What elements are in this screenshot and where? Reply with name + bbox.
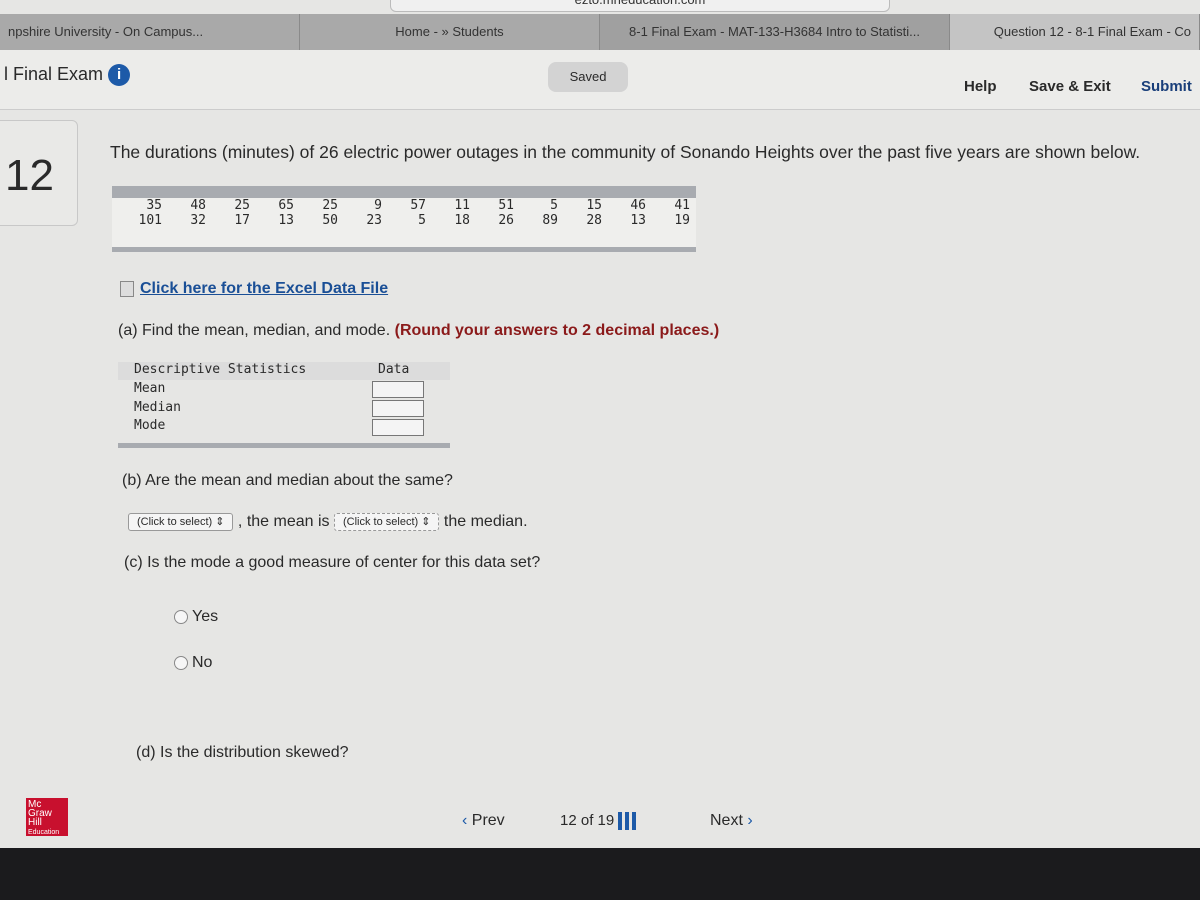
part-a-rounding: (Round your answers to 2 decimal places.… (394, 322, 720, 339)
data-cell: 9 (374, 198, 382, 213)
data-cell: 13 (630, 213, 646, 228)
data-cell: 17 (234, 213, 250, 228)
page-indicator: 12 of 19 (560, 812, 639, 831)
data-cell: 51 (498, 198, 514, 213)
select-2[interactable]: (Click to select) ⇕ (333, 513, 440, 531)
url-bar[interactable]: ezto.mheducation.com (390, 0, 890, 12)
excel-data-link[interactable]: Click here for the Excel Data File (120, 280, 388, 298)
mode-input[interactable] (372, 419, 424, 436)
part-b-text-1: , the mean is (237, 513, 330, 531)
data-cell: 48 (190, 198, 206, 213)
option-yes-label: Yes (192, 608, 219, 625)
option-no[interactable]: No (174, 654, 212, 672)
option-yes[interactable]: Yes (174, 608, 218, 626)
data-cell: 13 (278, 213, 294, 228)
data-row-1: 35 48 25 65 25 9 57 11 51 5 15 46 41 (112, 198, 696, 213)
exam-title: l Final Exam i (4, 64, 131, 87)
data-cell: 18 (454, 213, 470, 228)
data-cell: 50 (322, 213, 338, 228)
next-label: Next (710, 812, 743, 829)
median-input[interactable] (372, 400, 424, 417)
chevron-right-icon: › (747, 812, 753, 829)
select-1[interactable]: (Click to select) ⇕ (128, 513, 234, 531)
option-no-label: No (192, 654, 213, 671)
data-cell: 25 (234, 198, 250, 213)
prev-button[interactable]: ‹ Prev (462, 812, 505, 830)
part-c-question: (c) Is the mode a good measure of center… (124, 554, 541, 571)
browser-tabs: npshire University - On Campus... Home -… (0, 14, 1200, 50)
next-button[interactable]: Next › (710, 812, 753, 830)
data-table: 35 48 25 65 25 9 57 11 51 5 15 46 41 101 32 17 13 50 23 5 1… (112, 186, 696, 252)
data-cell: 11 (454, 198, 470, 213)
question-prompt: The durations (minutes) of 26 electric p… (110, 142, 1141, 162)
page-total: 19 (597, 812, 615, 829)
data-cell: 65 (278, 198, 294, 213)
data-cell: 35 (146, 198, 162, 213)
data-cell: 101 (138, 213, 162, 228)
page-of: of (580, 812, 594, 829)
tab-home-students[interactable]: Home - » Students (300, 14, 600, 50)
screen-bezel (0, 848, 1200, 900)
save-exit-button[interactable]: Save & Exit (1029, 78, 1111, 95)
data-cell: 28 (586, 213, 602, 228)
data-cell: 15 (586, 198, 602, 213)
data-cell: 26 (498, 213, 514, 228)
radio-no[interactable] (174, 655, 188, 670)
data-cell: 41 (674, 198, 690, 213)
tab-question-12[interactable]: Question 12 - 8-1 Final Exam - Co (950, 14, 1200, 50)
data-row-2: 101 32 17 13 50 23 5 18 26 89 28 13 19 (112, 213, 696, 228)
data-cell: 89 (542, 213, 558, 228)
part-a-text: (a) Find the mean, median, and mode. (118, 322, 391, 339)
excel-file-icon (120, 280, 134, 297)
tab-university[interactable]: npshire University - On Campus... (0, 14, 300, 50)
stats-header-label: Descriptive Statistics (134, 362, 307, 377)
prev-label: Prev (471, 812, 505, 829)
data-cell: 19 (674, 213, 690, 228)
data-cell: 46 (630, 198, 646, 213)
data-cell: 5 (418, 213, 426, 228)
data-cell: 32 (190, 213, 206, 228)
part-b-text-2: the median. (443, 513, 528, 531)
select-2-text: (Click to select) (342, 516, 419, 528)
submit-button[interactable]: Submit (1141, 78, 1192, 95)
select-1-text: (Click to select) (137, 516, 213, 528)
tab-final-exam[interactable]: 8-1 Final Exam - MAT-133-H3684 Intro to … (600, 14, 950, 50)
help-button[interactable]: Help (964, 78, 997, 95)
mean-input[interactable] (372, 381, 424, 398)
saved-status: Saved (548, 62, 628, 92)
question-number: 12 (0, 120, 78, 226)
data-cell: 57 (410, 198, 426, 213)
info-icon[interactable]: i (108, 64, 131, 87)
part-a-question: (a) Find the mean, median, and mode. (Ro… (118, 322, 719, 340)
data-cell: 23 (366, 213, 382, 228)
data-cell: 5 (550, 198, 558, 213)
grid-icon[interactable] (618, 812, 639, 831)
stats-table: Descriptive Statistics Data Mean Median M… (118, 362, 450, 448)
exam-title-text: l Final Exam (4, 64, 104, 84)
stats-col-label: Data (378, 362, 410, 377)
excel-link-text: Click here for the Excel Data File (140, 280, 389, 297)
data-cell: 25 (322, 198, 338, 213)
part-b-answer: (Click to select) ⇕ , the mean is (Click… (128, 513, 528, 531)
stats-header: Descriptive Statistics Data (118, 362, 450, 380)
page-current: 12 (560, 812, 577, 829)
radio-yes[interactable] (174, 609, 188, 624)
part-d-question: (d) Is the distribution skewed? (136, 744, 349, 761)
mcgraw-hill-logo: Mc Graw Hill Education (26, 798, 68, 836)
part-b-question: (b) Are the mean and median about the sa… (122, 472, 453, 489)
chevron-left-icon: ‹ (462, 812, 468, 829)
